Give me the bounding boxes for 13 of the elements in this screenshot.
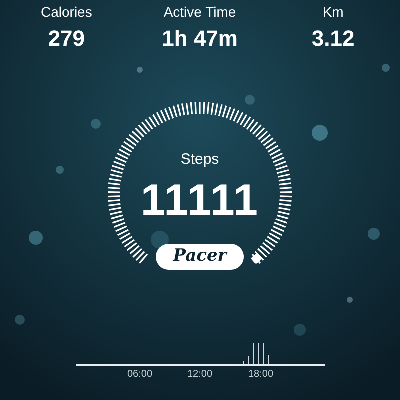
stat-label: Active Time <box>164 3 236 21</box>
brand-logo: Pacer <box>156 244 244 270</box>
stat-label: Calories <box>40 3 92 21</box>
gauge-knob <box>250 253 262 265</box>
time-axis-label: 12:00 <box>187 369 213 381</box>
stat-value: 279 <box>48 26 86 52</box>
stat-value: 1h 47m <box>162 26 238 52</box>
stat-value: 3.12 <box>312 26 355 52</box>
stat-label: Km <box>322 3 344 21</box>
steps-label: Steps <box>180 151 220 169</box>
steps-count: 11111 <box>140 177 260 225</box>
time-axis-label: 18:00 <box>248 369 274 381</box>
time-axis-label: 06:00 <box>127 369 153 381</box>
